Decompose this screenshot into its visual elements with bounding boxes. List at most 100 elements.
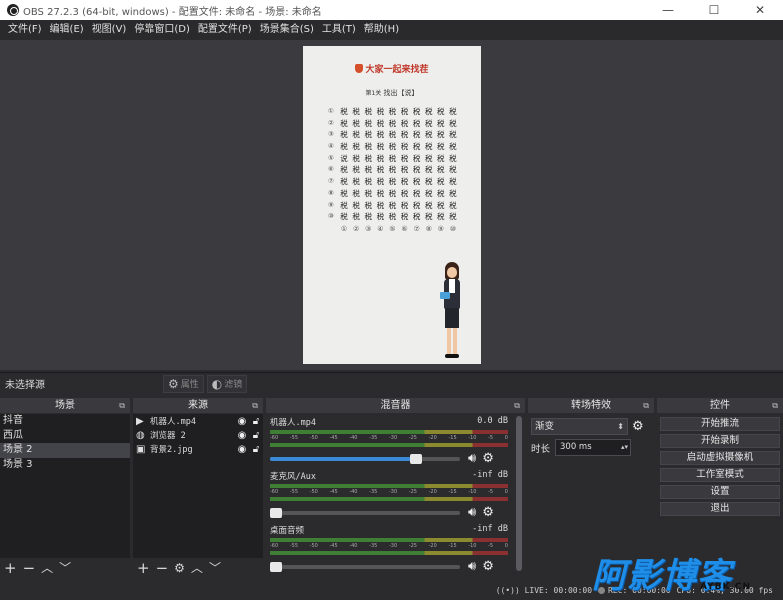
remove-source-button[interactable]: − — [156, 558, 169, 578]
grid-character: 税 — [352, 153, 360, 163]
scale-tick: -30 — [388, 543, 398, 549]
lock-icon[interactable]: 🔓︎ — [249, 430, 263, 441]
scale-tick: -40 — [349, 489, 358, 495]
speaker-icon[interactable]: 🔊︎ — [468, 505, 476, 520]
add-scene-button[interactable]: + — [4, 558, 17, 578]
gear-icon[interactable]: ⚙ — [482, 451, 494, 466]
menu-scene-collection[interactable]: 场景集合(S) — [256, 20, 318, 40]
channel-level: -inf dB — [472, 470, 508, 480]
gear-icon[interactable]: ⚙ — [482, 505, 494, 520]
gear-icon[interactable]: ⚙ — [482, 559, 494, 574]
exit-button[interactable]: 退出 — [660, 502, 780, 516]
grid-character: 税 — [376, 212, 385, 222]
duration-input[interactable]: 300 ms ▴▾ — [555, 439, 631, 456]
move-down-button[interactable]: ﹀ — [59, 558, 71, 578]
menu-file[interactable]: 文件(F) — [4, 20, 46, 40]
grid-character: 税 — [388, 153, 397, 163]
move-up-button[interactable]: ︿ — [41, 558, 53, 578]
filters-button[interactable]: ◐ 滤镜 — [206, 374, 248, 393]
volume-slider-handle[interactable] — [270, 561, 282, 572]
lock-icon[interactable]: 🔓︎ — [249, 444, 263, 455]
gear-icon: ⚙ — [168, 376, 179, 391]
studio-mode-button[interactable]: 工作室模式 — [660, 468, 780, 482]
source-item[interactable]: ◍ 浏览器 2 ◉ 🔓︎ — [133, 428, 263, 442]
volume-slider[interactable] — [270, 507, 460, 518]
preview-canvas[interactable]: 大家一起来找茬 第1关 找出【说】 ①税税税税税税税税税税②税税税税税税税税税税… — [303, 46, 481, 364]
shield-icon — [355, 64, 364, 73]
visibility-eye-icon[interactable]: ◉ — [235, 416, 249, 427]
properties-button[interactable]: ⚙ 属性 — [163, 374, 204, 393]
preview-area[interactable]: 大家一起来找茬 第1关 找出【说】 ①税税税税税税税税税税②税税税税税税税税税税… — [0, 40, 783, 370]
speaker-icon[interactable]: 🔊︎ — [468, 559, 476, 574]
grid-character: 税 — [364, 200, 372, 210]
menu-tools[interactable]: 工具(T) — [318, 20, 360, 40]
grid-character: 税 — [340, 118, 348, 128]
scene-item-scene3[interactable]: 场景 3 — [0, 458, 130, 473]
column-number: ④ — [377, 225, 384, 233]
menu-view[interactable]: 视图(V) — [88, 20, 131, 40]
scene-item-xigua[interactable]: 西瓜 — [0, 429, 130, 444]
transition-select[interactable]: 渐变 ⬍ — [531, 418, 628, 435]
move-down-button[interactable]: ﹀ — [209, 558, 221, 578]
grid-character: 税 — [412, 177, 421, 187]
grid-row: ⑥税税税税税税税税税税 — [328, 164, 459, 176]
add-source-button[interactable]: + — [137, 558, 150, 578]
source-item[interactable]: ▶ 机器人.mp4 ◉ 🔓︎ — [133, 414, 263, 428]
scene-item-douyin[interactable]: 抖音 — [0, 414, 130, 429]
move-up-button[interactable]: ︿ — [191, 558, 203, 578]
undock-icon[interactable]: ⧉ — [252, 398, 258, 413]
sources-header: 来源 ⧉ — [133, 398, 263, 413]
volume-slider[interactable] — [270, 561, 460, 572]
undock-icon[interactable]: ⧉ — [119, 398, 125, 413]
menu-docks[interactable]: 停靠窗口(D) — [130, 20, 194, 40]
undock-icon[interactable]: ⧉ — [643, 398, 649, 413]
minimize-button[interactable]: — — [645, 0, 691, 20]
maximize-button[interactable]: ☐ — [691, 0, 737, 20]
row-number: ⑤ — [328, 153, 334, 162]
visibility-eye-icon[interactable]: ◉ — [235, 444, 249, 455]
row-number: ⑩ — [328, 212, 334, 221]
settings-button[interactable]: 设置 — [660, 485, 780, 499]
scale-tick: -35 — [369, 489, 378, 495]
menu-help[interactable]: 帮助(H) — [360, 20, 403, 40]
grid-character: 税 — [400, 200, 409, 210]
menu-profile[interactable]: 配置文件(P) — [194, 20, 256, 40]
start-recording-button[interactable]: 开始录制 — [660, 434, 780, 448]
scene-item-scene2[interactable]: 场景 2 — [0, 443, 130, 458]
mixer-channel: 桌面音频 -inf dB -60 -55 -50 -45 -40 -35 -30 -25 -20… — [266, 522, 514, 576]
broadcast-icon: ((•)) — [495, 585, 520, 595]
grid-character: 税 — [400, 130, 409, 140]
volume-slider-handle[interactable] — [270, 507, 282, 518]
window-title: OBS 27.2.3 (64-bit, windows) - 配置文件: 未命名… — [23, 6, 322, 18]
volume-slider-handle[interactable] — [410, 453, 423, 464]
grid-character: 税 — [364, 142, 372, 152]
start-streaming-button[interactable]: 开始推流 — [660, 417, 780, 431]
lock-icon[interactable]: 🔓︎ — [249, 416, 263, 427]
source-item[interactable]: ▣ 背景2.jpg ◉ 🔓︎ — [133, 442, 263, 456]
menu-bar: 文件(F) 编辑(E) 视图(V) 停靠窗口(D) 配置文件(P) 场景集合(S… — [0, 20, 783, 40]
menu-edit[interactable]: 编辑(E) — [46, 20, 88, 40]
remove-scene-button[interactable]: − — [23, 558, 36, 578]
gear-icon[interactable]: ⚙ — [632, 419, 644, 434]
grid-character: 税 — [400, 212, 409, 222]
volume-slider[interactable] — [270, 453, 460, 464]
controls-header: 控件 ⧉ — [657, 398, 783, 413]
source-name: 浏览器 2 — [150, 431, 186, 441]
row-number: ② — [328, 118, 334, 127]
close-button[interactable]: ✕ — [737, 0, 783, 20]
undock-icon[interactable]: ⧉ — [514, 398, 520, 413]
grid-character: 税 — [352, 177, 360, 187]
mixer-header: 混音器 ⧉ — [266, 398, 525, 413]
source-list: ▶ 机器人.mp4 ◉ 🔓︎ ◍ 浏览器 2 ◉ 🔓︎ ▣ 背景2.jpg ◉ … — [133, 414, 263, 578]
level-meter — [270, 538, 508, 542]
grid-character: 税 — [424, 212, 433, 222]
visibility-eye-icon[interactable]: ◉ — [235, 430, 249, 441]
speaker-icon[interactable]: 🔊︎ — [468, 451, 476, 466]
spinner-arrows-icon[interactable]: ▴▾ — [621, 440, 628, 455]
row-number: ⑦ — [328, 177, 334, 186]
start-virtual-camera-button[interactable]: 启动虚拟摄像机 — [660, 451, 780, 465]
mixer-scrollbar[interactable] — [515, 416, 523, 571]
scale-tick: -5 — [488, 543, 494, 549]
source-properties-gear-icon[interactable]: ⚙ — [174, 558, 185, 578]
undock-icon[interactable]: ⧉ — [772, 398, 778, 413]
